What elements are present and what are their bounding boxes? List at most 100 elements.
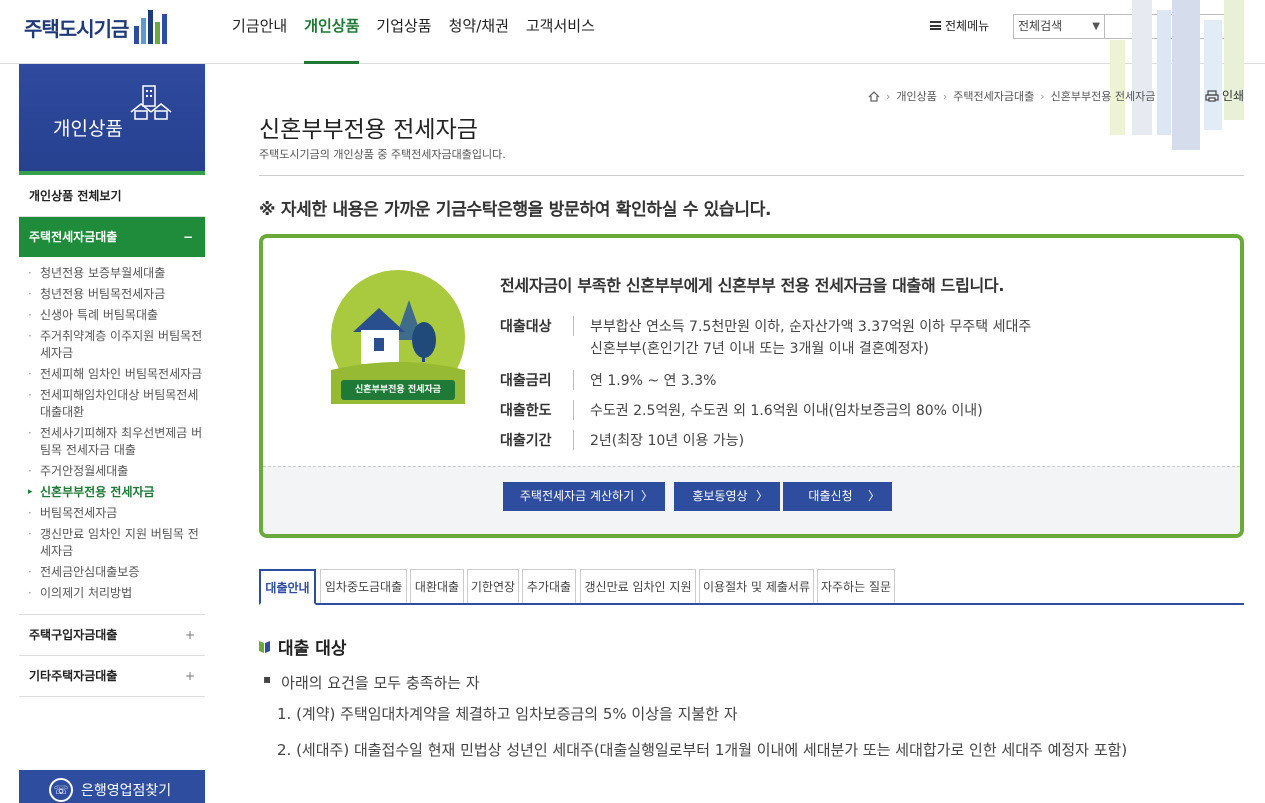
info-value: 수도권 2.5억원, 수도권 외 1.6억원 이내(임차보증금의 80% 이내): [590, 403, 983, 419]
requirement-item: 1. (계약) 주택임대차계약을 체결하고 임차보증금의 5% 이상을 지불한 …: [277, 705, 738, 723]
global-nav: 기금안내 개인상품 기업상품 청약/채권 고객서비스: [232, 0, 612, 64]
all-menu-button[interactable]: 전체메뉴: [930, 17, 989, 34]
breadcrumb: › 개인상품 › 주택전세자금대출 › 신혼부부전용 전세자금: [868, 88, 1161, 104]
submenu-item[interactable]: 전세금안심대출보증: [19, 564, 205, 581]
sidebar-group-label: 주택전세자금대출: [29, 230, 118, 244]
requirement-intro-text: 아래의 요건을 모두 충족하는 자: [281, 674, 480, 692]
sidebar-group-label: 주택구입자금대출: [29, 628, 118, 642]
product-summary-box: 신혼부부전용 전세자금 전세자금이 부족한 신혼부부에게 신혼부부 전용 전세자…: [259, 234, 1244, 538]
info-value: 연 1.9% ~ 연 3.3%: [590, 373, 717, 389]
buildings-icon: [130, 85, 172, 120]
submenu-item[interactable]: 전세피해 임차인 버팀목전세자금: [19, 366, 205, 383]
nav-subscription-bonds[interactable]: 청약/채권: [449, 0, 509, 64]
notice-text: ※ 자세한 내용은 가까운 기금수탁은행을 방문하여 확인하실 수 있습니다.: [259, 200, 772, 220]
search-scope-value: 전체검색: [1018, 19, 1063, 33]
site-logo[interactable]: 주택도시기금: [24, 10, 169, 44]
submenu-item[interactable]: 버팀목전세자금: [19, 505, 205, 522]
collapse-icon: −: [182, 230, 193, 244]
requirement-item: 2. (세대주) 대출접수일 현재 민법상 성년인 세대주(대출실행일로부터 1…: [277, 741, 1128, 759]
chevron-right-icon: 〉: [867, 489, 880, 503]
sidebar-title: 개인상품: [53, 118, 123, 140]
info-label: 대출대상: [500, 316, 574, 336]
submenu-item[interactable]: 전세사기피해자 최우선변제금 버팀목 전세자금 대출: [19, 425, 205, 459]
home-icon[interactable]: [868, 90, 880, 102]
sidebar-group-jeonse-loan[interactable]: 주택전세자금대출 −: [19, 217, 205, 257]
tab-interim-loan[interactable]: 임차중도금대출: [320, 569, 407, 603]
promo-video-button[interactable]: 홍보동영상 〉: [674, 482, 780, 511]
submenu-item[interactable]: 신생아 특례 버팀목대출: [19, 307, 205, 324]
button-label: 대출신청: [808, 489, 853, 503]
info-row-rate: 대출금리 연 1.9% ~ 연 3.3%: [500, 370, 716, 392]
logo-mark-icon: [134, 10, 169, 44]
submenu-item[interactable]: 청년전용 버팀목전세자금: [19, 286, 205, 303]
info-row-limit: 대출한도 수도권 2.5억원, 수도권 외 1.6억원 이내(임차보증금의 80…: [500, 400, 983, 422]
sidebar-submenu: 청년전용 보증부월세대출 청년전용 버팀목전세자금 신생아 특례 버팀목대출 주…: [19, 257, 205, 615]
title-divider: [259, 175, 1244, 176]
sidebar: 개인상품 개인상품 전체보기 주택전세자금대출 − 청년전용 보증부월세대출 청…: [19, 64, 205, 803]
printer-icon: [1205, 89, 1219, 102]
tab-extension[interactable]: 기한연장: [467, 569, 519, 603]
tab-additional-loan[interactable]: 추가대출: [522, 569, 576, 603]
book-icon: [259, 640, 270, 653]
submenu-item[interactable]: 갱신만료 임차인 지원 버팀목 전세자금: [19, 526, 205, 560]
submenu-item[interactable]: 주거안정월세대출: [19, 463, 205, 480]
requirement-intro: ▪ 아래의 요건을 모두 충족하는 자: [263, 672, 480, 693]
section-title: 대출 대상: [259, 634, 346, 659]
sidebar-group-label: 기타주택자금대출: [29, 669, 118, 683]
nav-personal-products[interactable]: 개인상품: [304, 0, 360, 64]
product-badge-illustration: 신혼부부전용 전세자금: [331, 270, 465, 404]
expand-icon: +: [184, 628, 195, 642]
print-button[interactable]: 인쇄: [1205, 87, 1244, 104]
breadcrumb-item[interactable]: 개인상품: [896, 88, 936, 104]
find-branch-button[interactable]: ☏ 은행영업점찾기: [19, 770, 205, 803]
chevron-right-icon: 〉: [640, 489, 653, 503]
info-row-target: 대출대상 부부합산 연소득 7.5천만원 이하, 순자산가액 3.37억원 이하…: [500, 316, 1031, 360]
button-label: 홍보동영상: [692, 489, 748, 503]
loan-calculator-button[interactable]: 주택전세자금 계산하기 〉: [503, 482, 665, 511]
expand-icon: +: [184, 669, 195, 683]
breadcrumb-item[interactable]: 주택전세자금대출: [953, 88, 1034, 104]
site-header: 주택도시기금 기금안내 개인상품 기업상품 청약/채권 고객서비스 전체메뉴 전…: [0, 0, 1265, 64]
phone-icon: ☏: [49, 778, 73, 802]
nav-business-products[interactable]: 기업상품: [376, 0, 431, 64]
find-branch-label: 은행영업점찾기: [81, 783, 172, 799]
all-menu-label: 전체메뉴: [945, 19, 990, 33]
submenu-item[interactable]: 주거취약계층 이주지원 버팀목전세자금: [19, 328, 205, 362]
product-badge-label: 신혼부부전용 전세자금: [341, 380, 455, 400]
tab-faq[interactable]: 자주하는 질문: [817, 569, 895, 603]
header-decoration: [1082, 0, 1265, 150]
product-action-area: 주택전세자금 계산하기 〉 홍보동영상 〉 대출신청 〉: [263, 466, 1240, 534]
page-title: 신혼부부전용 전세자금: [259, 117, 478, 143]
info-value: 부부합산 연소득 7.5천만원 이하, 순자산가액 3.37억원 이하 무주택 …: [590, 316, 1031, 360]
sidebar-overview-link[interactable]: 개인상품 전체보기: [19, 175, 205, 217]
content-tabs: 대출안내 임차중도금대출 대환대출 기한연장 추가대출 갱신만료 임차인 지원 …: [259, 569, 1244, 605]
logo-text: 주택도시기금: [24, 16, 129, 41]
info-label: 대출금리: [500, 370, 574, 390]
button-label: 주택전세자금 계산하기: [519, 489, 635, 503]
submenu-item[interactable]: 이의제기 처리방법: [19, 585, 205, 602]
loan-apply-button[interactable]: 대출신청 〉: [783, 482, 892, 511]
bullet-icon: ▪: [263, 672, 272, 686]
sidebar-group-other-loan[interactable]: 기타주택자금대출 +: [19, 656, 205, 697]
sidebar-banner: 개인상품: [19, 64, 205, 175]
page-description: 주택도시기금의 개인상품 중 주택전세자금대출입니다.: [259, 148, 506, 161]
sidebar-group-purchase-loan[interactable]: 주택구입자금대출 +: [19, 615, 205, 656]
breadcrumb-current: 신혼부부전용 전세자금: [1050, 90, 1156, 103]
info-value-line: 신혼부부(혼인기간 7년 이내 또는 3개월 이내 결혼예정자): [590, 341, 929, 357]
chevron-right-icon: ›: [886, 89, 891, 103]
chevron-right-icon: ›: [1040, 89, 1045, 103]
nav-customer-service[interactable]: 고객서비스: [526, 0, 595, 64]
info-label: 대출한도: [500, 400, 574, 420]
tab-renewal-support[interactable]: 갱신만료 임차인 지원: [580, 569, 696, 603]
tab-procedure-documents[interactable]: 이용절차 및 제출서류: [699, 569, 814, 603]
submenu-item[interactable]: 청년전용 보증부월세대출: [19, 265, 205, 282]
submenu-item-active[interactable]: 신혼부부전용 전세자금: [19, 484, 205, 501]
submenu-item[interactable]: 전세피해임차인대상 버팀목전세대출대환: [19, 387, 205, 421]
info-label: 대출기간: [500, 430, 574, 450]
print-label: 인쇄: [1222, 89, 1245, 103]
tab-loan-guide[interactable]: 대출안내: [259, 569, 316, 605]
nav-fund-info[interactable]: 기금안내: [232, 0, 287, 64]
tab-refinance[interactable]: 대환대출: [410, 569, 464, 603]
chevron-right-icon: 〉: [755, 489, 768, 503]
info-value-line: 부부합산 연소득 7.5천만원 이하, 순자산가액 3.37억원 이하 무주택 …: [590, 319, 1032, 335]
